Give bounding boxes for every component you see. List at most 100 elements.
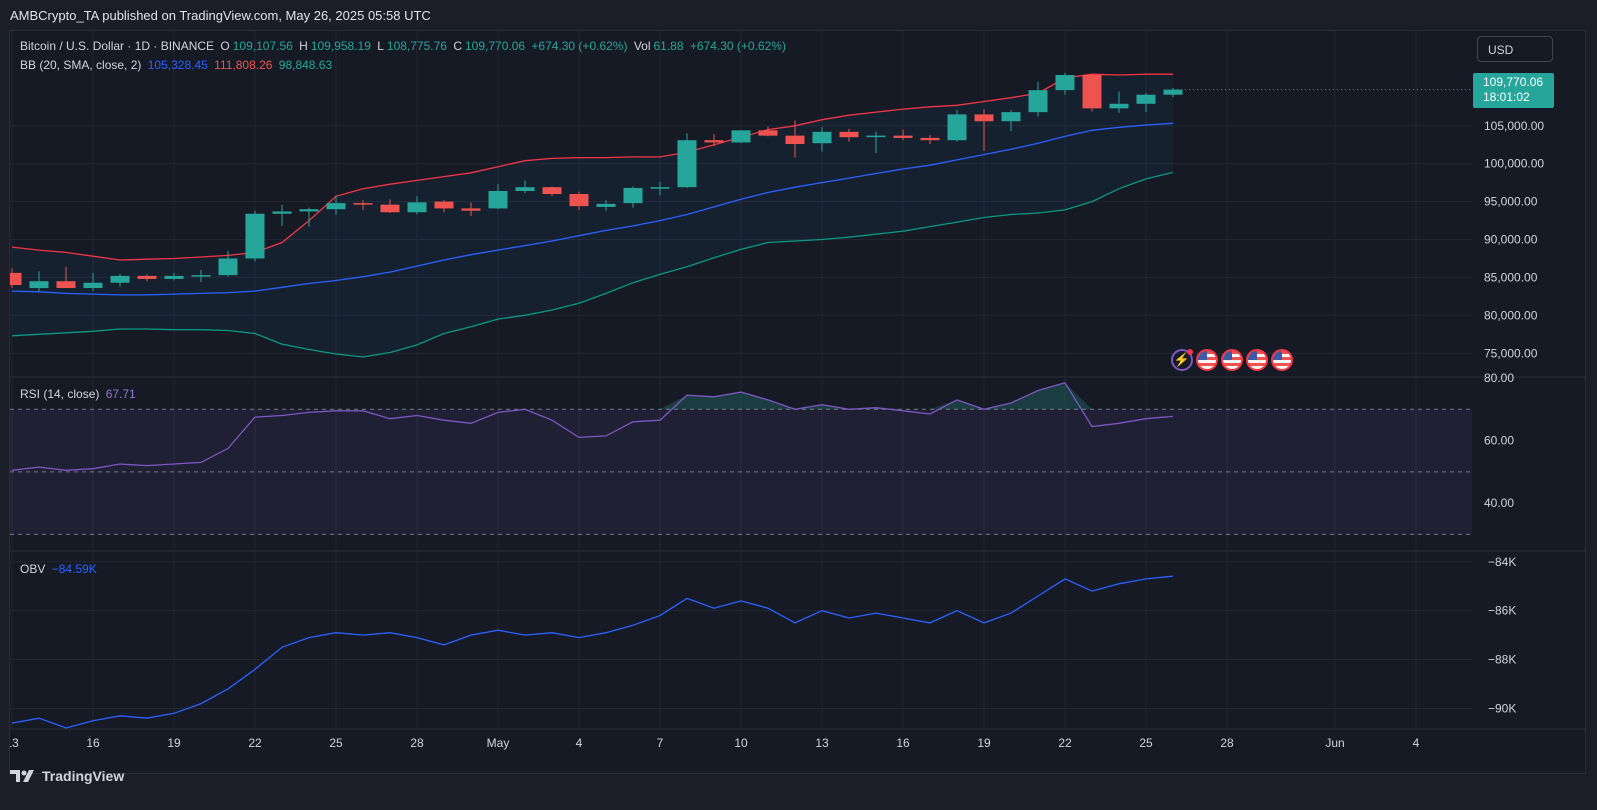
- candle-body[interactable]: [299, 209, 319, 212]
- us-flag-icon[interactable]: [1271, 349, 1293, 371]
- candle-body[interactable]: [1082, 74, 1102, 109]
- rsi-label: RSI (14, close): [20, 387, 100, 401]
- chart-area[interactable]: 13 16 19 22 25 28 May 4 7 10 13 16 19 22 25 28 Jun 4 75,00…: [9, 30, 1586, 774]
- y-tick-label: 75,000.00: [1484, 346, 1538, 360]
- y-tick-label: 60.00: [1484, 434, 1514, 448]
- close-value: 109,770.06: [464, 39, 526, 53]
- low-label: L: [377, 39, 384, 53]
- y-tick-label: 100,000.00: [1484, 157, 1544, 171]
- candle-body[interactable]: [650, 187, 670, 189]
- y-tick-label: −86K: [1488, 604, 1516, 618]
- candle-body[interactable]: [56, 281, 76, 289]
- candle-body[interactable]: [137, 275, 157, 279]
- y-tick-label: 90,000.00: [1484, 233, 1538, 247]
- obv-line: [11, 575, 1174, 729]
- candle-body[interactable]: [110, 275, 130, 283]
- candle-body[interactable]: [488, 190, 508, 209]
- candle-body[interactable]: [326, 203, 346, 210]
- candle-body[interactable]: [1055, 74, 1075, 91]
- candle-body[interactable]: [542, 187, 562, 195]
- candle-body[interactable]: [866, 135, 886, 138]
- us-flag-icon[interactable]: [1196, 349, 1218, 371]
- bb-legend[interactable]: BB (20, SMA, close, 2) 105,328.45 111,80…: [20, 58, 335, 72]
- x-tick-label: 25: [329, 736, 343, 750]
- last-price: 109,770.06: [1483, 75, 1544, 89]
- candle-body[interactable]: [461, 208, 481, 211]
- low-value: 108,775.76: [386, 39, 447, 53]
- bar-countdown: 18:01:02: [1483, 90, 1530, 104]
- vol-change-value: +674.30 (+0.62%): [689, 39, 786, 53]
- candle-body[interactable]: [812, 131, 832, 144]
- candle-body[interactable]: [1028, 90, 1048, 113]
- bb-upper-value: 111,808.26: [214, 58, 273, 72]
- x-tick-label: May: [487, 736, 510, 750]
- y-tick-label: −88K: [1488, 653, 1516, 667]
- tradingview-brand: TradingView: [42, 768, 125, 784]
- change-value: +674.30 (+0.62%): [531, 39, 628, 53]
- candle-body[interactable]: [245, 213, 265, 259]
- candle-body[interactable]: [1163, 89, 1183, 95]
- candle-body[interactable]: [515, 187, 535, 191]
- currency-selector[interactable]: USD: [1477, 36, 1553, 62]
- candle-body[interactable]: [731, 130, 751, 143]
- obv-value: −84.59K: [51, 562, 97, 576]
- y-tick-label: 80,000.00: [1484, 308, 1538, 322]
- x-tick-label: 28: [410, 736, 424, 750]
- candle-body[interactable]: [569, 194, 589, 207]
- candle-body[interactable]: [920, 137, 940, 141]
- us-flag-icon[interactable]: [1221, 349, 1243, 371]
- candle-body[interactable]: [893, 135, 913, 138]
- candle-body[interactable]: [1001, 112, 1021, 122]
- vol-value: 61.88: [653, 39, 684, 53]
- candle-body[interactable]: [1136, 94, 1156, 104]
- x-tick-label: 4: [1413, 736, 1420, 750]
- bb-lower-value: 98,848.63: [278, 58, 333, 72]
- open-label: O: [220, 39, 230, 53]
- symbol-name[interactable]: Bitcoin / U.S. Dollar · 1D · BINANCE: [20, 39, 214, 53]
- lightning-icon[interactable]: ⚡: [1171, 349, 1193, 371]
- chart-canvas[interactable]: 13 16 19 22 25 28 May 4 7 10 13 16 19 22 25 28 Jun 4 75,00…: [10, 31, 1585, 773]
- candle-body[interactable]: [974, 114, 994, 122]
- candle-body[interactable]: [434, 201, 454, 209]
- open-value: 109,107.56: [232, 39, 293, 53]
- x-tick-label: 7: [657, 736, 664, 750]
- candle-body[interactable]: [839, 131, 859, 138]
- x-tick-label: 22: [1058, 736, 1072, 750]
- economic-events: ⚡: [1171, 349, 1293, 371]
- candle-body[interactable]: [191, 275, 211, 277]
- candle-body[interactable]: [218, 258, 238, 276]
- tradingview-footer[interactable]: TradingView: [10, 768, 124, 784]
- rsi-value: 67.71: [105, 387, 136, 401]
- candle-body[interactable]: [29, 281, 49, 289]
- high-label: H: [299, 39, 308, 53]
- y-tick-label: 95,000.00: [1484, 195, 1538, 209]
- candle-body[interactable]: [758, 130, 778, 136]
- x-tick-label: 25: [1139, 736, 1153, 750]
- y-tick-label: 40.00: [1484, 496, 1514, 510]
- y-tick-label: 105,000.00: [1484, 119, 1544, 133]
- vol-label: Vol: [633, 39, 651, 53]
- candle-body[interactable]: [10, 272, 22, 286]
- publisher-header: AMBCrypto_TA published on TradingView.co…: [10, 8, 431, 23]
- candle-body[interactable]: [785, 135, 805, 144]
- candle-body[interactable]: [947, 114, 967, 141]
- close-label: C: [453, 39, 462, 53]
- candle-body[interactable]: [407, 202, 427, 213]
- candle-body[interactable]: [704, 140, 724, 143]
- x-tick-label: 13: [815, 736, 829, 750]
- candle-body[interactable]: [380, 204, 400, 213]
- candle-body[interactable]: [1109, 103, 1129, 109]
- us-flag-icon[interactable]: [1246, 349, 1268, 371]
- rsi-legend[interactable]: RSI (14, close) 67.71: [20, 387, 139, 401]
- candle-body[interactable]: [353, 203, 373, 205]
- candle-body[interactable]: [83, 282, 103, 289]
- candle-body[interactable]: [272, 211, 292, 214]
- x-tick-label: 28: [1220, 736, 1234, 750]
- obv-legend[interactable]: OBV −84.59K: [20, 562, 100, 576]
- candle-body[interactable]: [596, 203, 616, 207]
- last-price-tag: 109,770.06 18:01:02: [1473, 73, 1554, 108]
- candle-body[interactable]: [677, 140, 697, 188]
- candle-body[interactable]: [164, 275, 184, 279]
- x-tick-label: 16: [86, 736, 100, 750]
- candle-body[interactable]: [623, 187, 643, 204]
